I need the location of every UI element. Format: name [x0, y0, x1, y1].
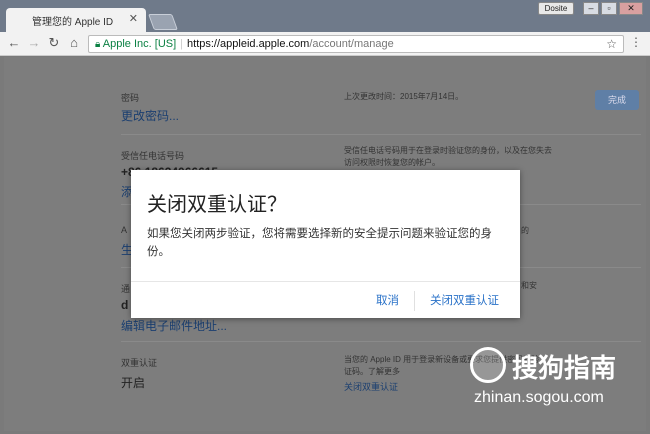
watermark-brand: 搜狗指南	[512, 353, 617, 383]
dialog-title: 关闭双重认证？	[147, 194, 287, 216]
url-path: /account/manage	[309, 38, 394, 50]
minimize-icon[interactable]: –	[583, 2, 599, 15]
email-label: 通	[121, 284, 131, 294]
security-label: A	[121, 225, 128, 235]
turn-off-two-factor-link[interactable]: 关闭双重认证	[344, 380, 398, 393]
back-icon[interactable]: ←	[6, 35, 22, 50]
dialog-footer: 取消 关闭双重认证	[131, 281, 520, 318]
phone-label: 受信任电话号码	[121, 151, 185, 161]
phone-desc: 受信任电话号码用于在登录时验证您的身份，以及在您失去访问权限时恢复您的帐户。	[344, 146, 552, 167]
browser-titlebar: 管理您的 Apple ID ✕ Dosite – ▫ ✕	[0, 0, 650, 32]
bookmark-star-icon[interactable]: ☆	[606, 36, 617, 52]
edit-email-link[interactable]: 编辑电子邮件地址...	[121, 317, 227, 334]
cancel-button[interactable]: 取消	[376, 292, 399, 308]
maximize-icon[interactable]: ▫	[601, 2, 617, 15]
tab-close-icon[interactable]: ✕	[129, 12, 138, 25]
turn-off-two-factor-dialog: 关闭双重认证？ 如果您关闭两步验证，您将需要选择新的安全提示问题来验证您的身份。…	[131, 170, 520, 318]
security-desc: 的	[521, 226, 529, 235]
browser-tab[interactable]: 管理您的 Apple ID ✕	[6, 8, 146, 32]
home-icon[interactable]: ⌂	[66, 35, 82, 50]
browser-menu-icon[interactable]: ⋮	[630, 35, 642, 49]
sogou-logo-icon	[470, 347, 506, 383]
email-value: d	[121, 298, 129, 312]
email-desc: 和安	[521, 281, 537, 290]
url-separator: |	[180, 38, 184, 50]
window-close-icon[interactable]: ✕	[619, 2, 643, 15]
lock-icon: 🔒︎	[95, 39, 101, 50]
forward-icon[interactable]: →	[26, 35, 42, 50]
address-bar[interactable]: 🔒︎ Apple Inc. [US] | https://appleid.apple…	[88, 35, 624, 53]
tab-title: 管理您的 Apple ID	[32, 17, 114, 28]
password-label: 密码	[121, 93, 140, 103]
two-factor-status: 开启	[121, 376, 146, 390]
certificate-label: Apple Inc. [US]	[102, 38, 177, 50]
browser-toolbar: ← → ↻ ⌂ 🔒︎ Apple Inc. [US] | https://apple…	[0, 32, 650, 56]
two-factor-row: 双重认证 开启 当您的 Apple ID 用于登录新设备或要求您提供密码和验证码…	[121, 341, 641, 392]
change-password-link[interactable]: 更改密码...	[121, 107, 179, 124]
footer-divider	[414, 291, 415, 311]
reload-icon[interactable]: ↻	[46, 35, 62, 51]
profile-chip[interactable]: Dosite	[538, 2, 574, 15]
password-desc: 上次更改时间：2015年7月14日。	[344, 92, 464, 101]
phone-row: 受信任电话号码 +86 18634066615 添 受信任电话号码用于在登录时验…	[121, 134, 641, 199]
new-tab-button[interactable]	[148, 14, 178, 30]
done-button[interactable]: 完成	[595, 90, 639, 110]
url-host: https://appleid.apple.com	[187, 38, 310, 50]
confirm-turn-off-button[interactable]: 关闭双重认证	[430, 292, 499, 308]
two-factor-label: 双重认证	[121, 358, 158, 368]
watermark-url: zhinan.sogou.com	[474, 389, 604, 406]
dialog-message: 如果您关闭两步验证，您将需要选择新的安全提示问题来验证您的身份。	[147, 228, 492, 258]
